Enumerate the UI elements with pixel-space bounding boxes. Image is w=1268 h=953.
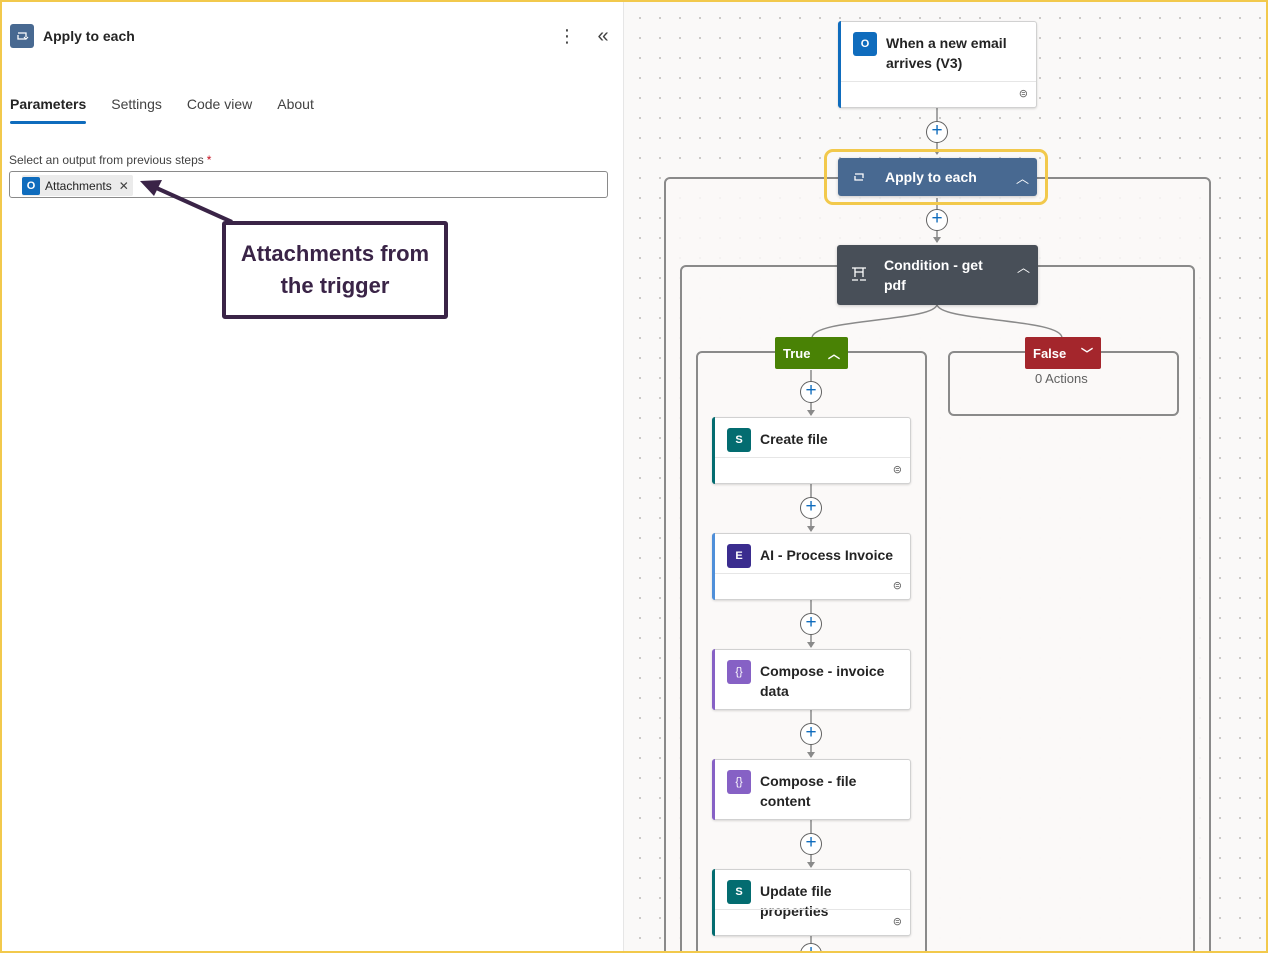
annotation-line-2: the trigger	[280, 273, 390, 298]
expand-chevron-icon[interactable]: ﹀	[1081, 345, 1093, 362]
false-branch-header[interactable]: False ﹀	[1025, 337, 1101, 369]
action-title: AI - Process Invoice	[760, 547, 894, 563]
required-mark: *	[206, 153, 212, 167]
action-title: Compose - invoice data	[760, 661, 902, 701]
properties-panel: Apply to each ⋮ « Parameters Settings Co…	[2, 2, 624, 951]
loop-icon	[852, 170, 866, 188]
output-field-label: Select an output from previous steps *	[9, 153, 211, 167]
add-step-button[interactable]: +	[800, 723, 822, 745]
add-step-button[interactable]: +	[800, 833, 822, 855]
annotation-text: Attachments from the trigger	[241, 238, 429, 302]
trigger-title: When a new email arrives (V3)	[886, 33, 1028, 73]
panel-tabs: Parameters Settings Code view About	[10, 94, 339, 128]
action-title-line-1: Compose - invoice	[760, 663, 885, 679]
apply-to-each-title: Apply to each	[885, 169, 977, 185]
card-accent	[712, 649, 715, 710]
more-options-icon[interactable]: ⋮	[558, 24, 576, 48]
trigger-title-line-2: arrives (V3)	[886, 55, 963, 71]
action-title: Compose - file content	[760, 771, 902, 811]
add-step-button[interactable]: +	[926, 209, 948, 231]
output-token-input[interactable]: O Attachments ✕	[9, 171, 608, 198]
trigger-title-line-1: When a new email	[886, 35, 1007, 51]
apply-to-each-card[interactable]: Apply to each ︿	[838, 158, 1037, 196]
ai-builder-icon: E	[727, 544, 751, 568]
collapse-chevron-icon[interactable]: ︿	[1017, 257, 1030, 276]
add-step-button[interactable]: +	[800, 613, 822, 635]
link-icon: ⊜	[892, 464, 902, 476]
condition-title-line-2: pdf	[884, 277, 906, 293]
output-field-label-text: Select an output from previous steps	[9, 153, 204, 167]
link-icon: ⊜	[892, 916, 902, 928]
true-branch-label: True	[783, 345, 811, 361]
add-step-button[interactable]: +	[926, 121, 948, 143]
condition-card[interactable]: Condition - get pdf ︿	[837, 245, 1038, 305]
card-accent	[712, 759, 715, 820]
action-card-update-file-properties[interactable]: S Update file properties ⊜	[712, 869, 911, 936]
collapse-panel-icon[interactable]: «	[592, 24, 614, 48]
panel-title: Apply to each	[43, 28, 135, 44]
remove-token-icon[interactable]: ✕	[119, 179, 129, 193]
action-title-line-2: content	[760, 793, 811, 809]
false-branch-empty-text: 0 Actions	[1035, 371, 1088, 386]
collapse-chevron-icon[interactable]: ︿	[828, 345, 840, 362]
action-card-compose-invoice-data[interactable]: {} Compose - invoice data	[712, 649, 911, 710]
compose-icon: {}	[727, 660, 751, 684]
annotation-callout: Attachments from the trigger	[222, 221, 448, 319]
tab-parameters[interactable]: Parameters	[10, 94, 87, 128]
true-branch-header[interactable]: True ︿	[775, 337, 848, 369]
false-branch-label: False	[1033, 345, 1067, 361]
link-icon: ⊜	[1018, 88, 1028, 100]
action-title-line-1: Compose - file	[760, 773, 857, 789]
loop-icon	[10, 24, 34, 48]
action-card-compose-file-content[interactable]: {} Compose - file content	[712, 759, 911, 820]
action-card-ai-process-invoice[interactable]: E AI - Process Invoice ⊜	[712, 533, 911, 600]
flow-canvas[interactable]: O When a new email arrives (V3) ⊜ + Appl…	[624, 2, 1266, 951]
action-card-create-file[interactable]: S Create file ⊜	[712, 417, 911, 484]
card-footer: ⊜	[841, 81, 1036, 107]
collapse-chevron-icon[interactable]: ︿	[1016, 168, 1029, 187]
attachments-token[interactable]: O Attachments ✕	[22, 175, 133, 196]
card-footer: ⊜	[715, 909, 910, 935]
tab-code-view[interactable]: Code view	[187, 94, 252, 128]
annotation-line-1: Attachments from	[240, 241, 430, 266]
condition-icon	[851, 267, 867, 286]
compose-icon: {}	[727, 770, 751, 794]
sharepoint-icon: S	[727, 428, 751, 452]
tab-about[interactable]: About	[277, 94, 314, 128]
add-step-button[interactable]: +	[800, 381, 822, 403]
card-footer: ⊜	[715, 457, 910, 483]
condition-title: Condition - get pdf	[884, 255, 983, 295]
trigger-card[interactable]: O When a new email arrives (V3) ⊜	[838, 21, 1037, 108]
action-title: Create file	[760, 431, 828, 447]
action-title-line-2: data	[760, 683, 789, 699]
add-step-button[interactable]: +	[800, 497, 822, 519]
outlook-icon: O	[853, 32, 877, 56]
link-icon: ⊜	[892, 580, 902, 592]
tab-settings[interactable]: Settings	[111, 94, 162, 128]
token-label: Attachments	[45, 178, 112, 193]
card-footer: ⊜	[715, 573, 910, 599]
sharepoint-icon: S	[727, 880, 751, 904]
outlook-icon: O	[22, 176, 40, 195]
condition-title-line-1: Condition - get	[884, 257, 983, 273]
panel-header: Apply to each ⋮ «	[2, 2, 624, 70]
